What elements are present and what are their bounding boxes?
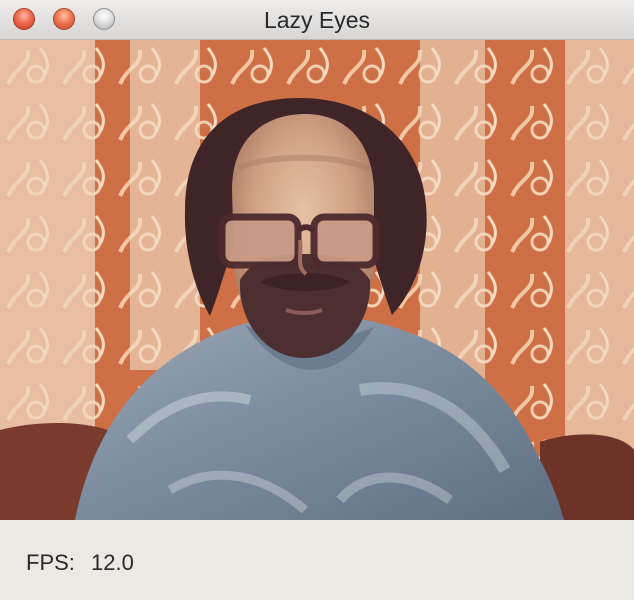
fps-label: FPS: [26,550,75,575]
camera-feed [0,40,634,520]
fps-value: 12.0 [91,550,134,575]
title-bar[interactable]: Lazy Eyes [0,0,634,40]
camera-frame-image [0,40,634,520]
status-bar: FPS: 12.0 [26,550,134,576]
app-window: Lazy Eyes FPS: 12.0 [0,0,634,600]
window-title: Lazy Eyes [263,7,371,33]
